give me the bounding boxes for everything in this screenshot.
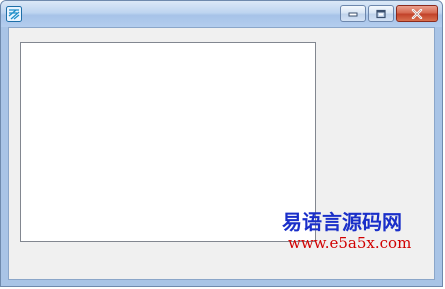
watermark-url: www.e5a5x.com: [288, 234, 412, 252]
watermark: 易语言源码网 www.e5a5x.com: [282, 210, 422, 252]
close-button[interactable]: [396, 5, 438, 22]
close-icon: [411, 8, 423, 19]
caption-buttons: [340, 5, 438, 23]
minimize-icon: [348, 12, 358, 16]
maximize-button[interactable]: [368, 5, 394, 22]
maximize-icon: [376, 9, 386, 18]
title-bar[interactable]: [1, 1, 442, 27]
minimize-button[interactable]: [340, 5, 366, 22]
drawing-canvas[interactable]: [20, 42, 316, 242]
app-icon[interactable]: [6, 6, 22, 22]
watermark-title: 易语言源码网: [282, 210, 402, 234]
